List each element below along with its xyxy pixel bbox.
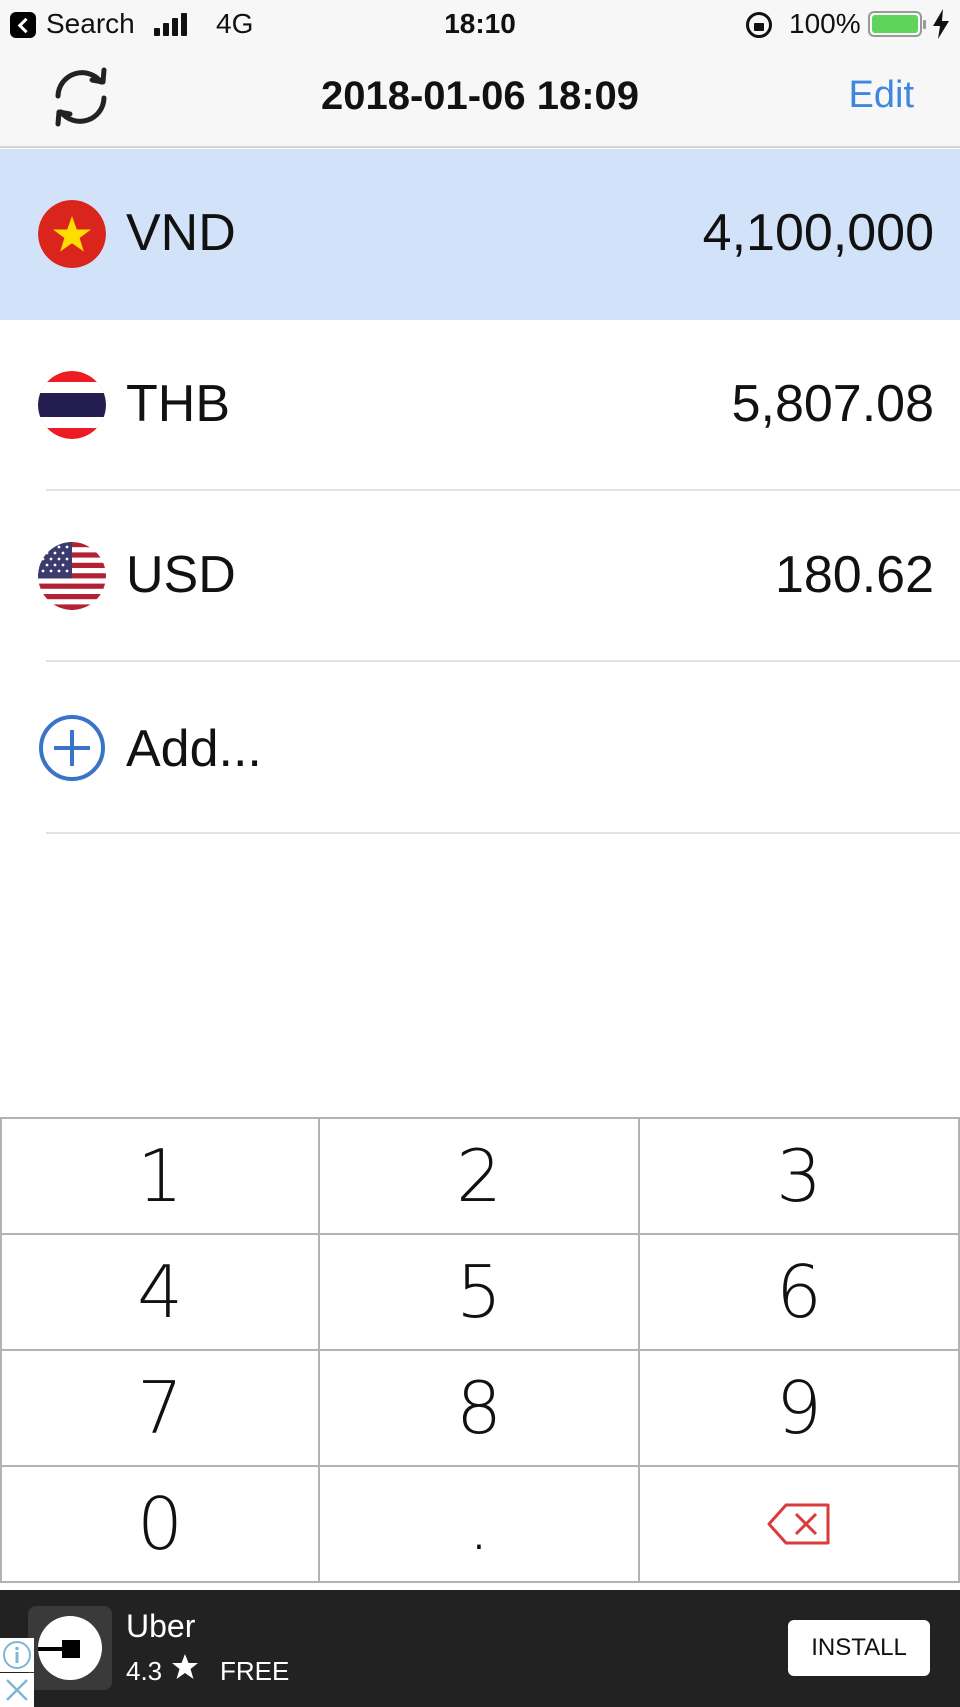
- key-0[interactable]: 0: [0, 1467, 320, 1583]
- ad-rating: 4.3: [126, 1656, 163, 1686]
- navigation-bar: 2018-01-06 18:09 Edit: [0, 50, 960, 148]
- orientation-lock-icon: [746, 12, 772, 38]
- rates-timestamp: 2018-01-06 18:09: [320, 74, 640, 118]
- ad-banner[interactable]: Uber 4.3 FREE INSTALL: [0, 1590, 960, 1707]
- ad-app-name: Uber: [126, 1608, 196, 1644]
- backspace-icon: [767, 1503, 830, 1545]
- status-bar: Search 4G 18:10 100%: [0, 0, 960, 50]
- currency-code: THB: [126, 375, 230, 433]
- key-8[interactable]: 8: [320, 1351, 640, 1467]
- row-divider: [46, 832, 960, 834]
- currency-row-thb[interactable]: THB 5,807.08: [0, 320, 960, 491]
- key-9[interactable]: 9: [640, 1351, 960, 1467]
- key-7[interactable]: 7: [0, 1351, 320, 1467]
- ad-info-icon[interactable]: [0, 1638, 34, 1672]
- numeric-keypad: 1 2 3 4 5 6 7 8 9 0 .: [0, 1117, 960, 1583]
- key-backspace[interactable]: [640, 1467, 960, 1583]
- add-currency-label: Add...: [126, 720, 262, 778]
- vietnam-flag-icon: [38, 200, 106, 268]
- battery-fill: [872, 15, 918, 33]
- edit-button[interactable]: Edit: [849, 74, 914, 117]
- star-icon: [172, 1654, 198, 1679]
- install-button[interactable]: INSTALL: [788, 1620, 930, 1676]
- currency-amount: 4,100,000: [702, 204, 934, 262]
- key-5[interactable]: 5: [320, 1235, 640, 1351]
- currency-code: VND: [126, 204, 236, 262]
- add-circle-icon: [39, 715, 105, 781]
- battery-icon: [868, 11, 926, 37]
- key-1[interactable]: 1: [0, 1119, 320, 1235]
- currency-amount: 5,807.08: [731, 375, 934, 433]
- thailand-flag-icon: [38, 371, 106, 439]
- battery-percent: 100%: [789, 8, 861, 39]
- key-2[interactable]: 2: [320, 1119, 640, 1235]
- currency-row-usd[interactable]: USD 180.62: [0, 491, 960, 662]
- key-4[interactable]: 4: [0, 1235, 320, 1351]
- usa-flag-icon: [38, 542, 106, 610]
- row-divider: [46, 660, 960, 662]
- uber-app-icon: [28, 1606, 112, 1690]
- key-3[interactable]: 3: [640, 1119, 960, 1235]
- ad-close-icon[interactable]: [0, 1673, 34, 1707]
- charging-bolt-icon: [933, 9, 949, 39]
- key-6[interactable]: 6: [640, 1235, 960, 1351]
- currency-amount: 180.62: [774, 546, 934, 604]
- add-currency-row[interactable]: Add...: [0, 663, 960, 834]
- ad-price: FREE: [220, 1656, 290, 1686]
- currency-row-vnd[interactable]: VND 4,100,000: [0, 149, 960, 320]
- currency-code: USD: [126, 546, 236, 604]
- key-decimal[interactable]: .: [320, 1467, 640, 1583]
